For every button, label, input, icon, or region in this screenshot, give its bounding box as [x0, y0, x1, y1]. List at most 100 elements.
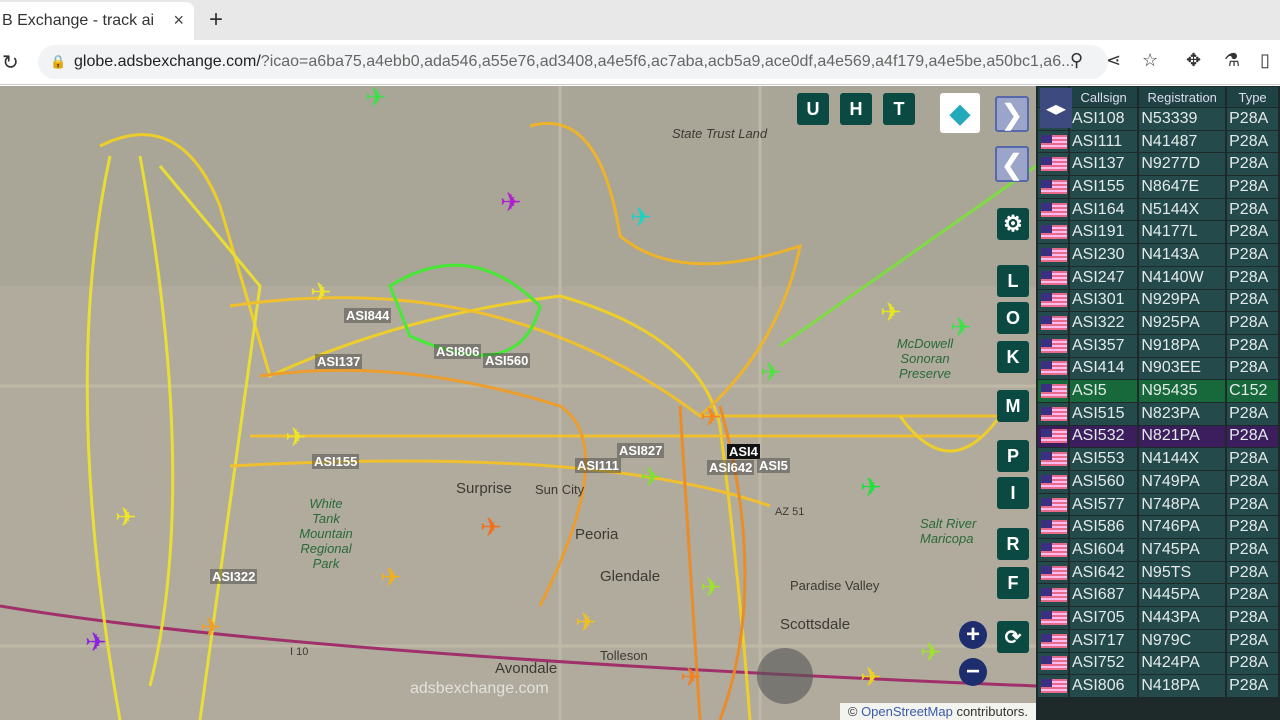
table-row[interactable]: ASI586 N746PA P28A: [1038, 516, 1278, 539]
table-row[interactable]: ASI322 N925PA P28A: [1038, 312, 1278, 334]
table-row[interactable]: ASI191 N4177L P28A: [1038, 221, 1278, 244]
close-tab-icon[interactable]: ×: [173, 10, 184, 31]
f-button[interactable]: F: [997, 567, 1029, 599]
callsign-label[interactable]: ASI806: [434, 344, 482, 359]
share-icon[interactable]: ⋖: [1106, 50, 1121, 71]
callsign-label[interactable]: ASI642: [707, 460, 755, 475]
u-button[interactable]: U: [797, 93, 829, 125]
table-row[interactable]: ASI230 N4143A P28A: [1038, 244, 1278, 266]
table-row[interactable]: ASI577 N748PA P28A: [1038, 493, 1278, 516]
place-label: McDowell Sonoran Preserve: [896, 336, 954, 381]
callsign-label[interactable]: ASI4: [727, 444, 760, 459]
location-icon[interactable]: ⚲: [1070, 50, 1083, 71]
table-row[interactable]: ASI357 N918PA P28A: [1038, 334, 1278, 357]
place-label: Sun City: [535, 482, 585, 497]
sidepanel-icon[interactable]: ▯: [1260, 50, 1270, 71]
type-cell: P28A: [1227, 629, 1278, 652]
table-row[interactable]: ASI414 N903EE P28A: [1038, 357, 1278, 380]
lab-icon[interactable]: ⚗: [1224, 50, 1240, 71]
t-button[interactable]: T: [883, 93, 915, 125]
toggle-panel-icon[interactable]: ◂▸: [1040, 88, 1072, 128]
table-row[interactable]: ASI515 N823PA P28A: [1038, 402, 1278, 425]
table-row[interactable]: ASI717 N979C P28A: [1038, 629, 1278, 652]
r-button[interactable]: R: [997, 528, 1029, 560]
registration-header[interactable]: Registration: [1139, 87, 1226, 107]
type-header[interactable]: Type: [1227, 87, 1278, 107]
callsign-label[interactable]: ASI322: [210, 569, 258, 584]
table-row[interactable]: ASI604 N745PA P28A: [1038, 539, 1278, 561]
aircraft-icon: ✈: [380, 562, 402, 592]
url-query: ?icao=a6ba75,a4ebb0,ada546,a55e76,ad3408…: [260, 53, 1075, 70]
place-label: State Trust Land: [672, 126, 768, 141]
table-row[interactable]: ASI752 N424PA P28A: [1038, 652, 1278, 675]
callsign-label[interactable]: ASI827: [617, 443, 665, 458]
lock-icon: 🔒: [50, 54, 67, 69]
registration-cell: N821PA: [1139, 425, 1226, 448]
browser-tab[interactable]: B Exchange - track ai ×: [0, 2, 194, 40]
table-row[interactable]: ASI247 N4140W P28A: [1038, 266, 1278, 289]
us-flag-icon: [1041, 225, 1067, 240]
type-cell: P28A: [1227, 652, 1278, 675]
table-row[interactable]: ASI560 N749PA P28A: [1038, 471, 1278, 493]
table-row[interactable]: ASI642 N95TS P28A: [1038, 561, 1278, 584]
callsign-label[interactable]: ASI844: [344, 308, 392, 323]
h-button[interactable]: H: [840, 93, 872, 125]
table-row[interactable]: ASI532 N821PA P28A: [1038, 425, 1278, 448]
table-row[interactable]: ASI553 N4144X P28A: [1038, 448, 1278, 470]
flag-cell: [1038, 402, 1068, 425]
callsign-header[interactable]: Callsign: [1070, 87, 1138, 107]
table-row[interactable]: ASI705 N443PA P28A: [1038, 607, 1278, 629]
table-row[interactable]: ASI806 N418PA P28A: [1038, 675, 1278, 697]
o-button[interactable]: O: [997, 302, 1029, 334]
table-row[interactable]: ASI301 N929PA P28A: [1038, 289, 1278, 312]
callsign-label[interactable]: ASI5: [757, 458, 790, 473]
reload-icon[interactable]: ↻: [2, 50, 19, 75]
callsign-cell: ASI560: [1070, 471, 1138, 493]
place-label: Paradise Valley: [790, 578, 880, 593]
zoom-in-button[interactable]: +: [959, 621, 987, 649]
table-row[interactable]: ASI5 N95435 C152: [1038, 380, 1278, 402]
aircraft-icon: ✈: [880, 297, 902, 327]
m-button[interactable]: M: [997, 390, 1029, 422]
star-icon[interactable]: ☆: [1142, 50, 1158, 71]
us-flag-icon: [1041, 384, 1067, 399]
i-button[interactable]: I: [997, 477, 1029, 509]
replay-icon[interactable]: ⟳: [997, 621, 1029, 653]
table-row[interactable]: ASI108 N53339 P28A: [1038, 108, 1278, 130]
us-flag-icon: [1041, 179, 1067, 194]
p-button[interactable]: P: [997, 440, 1029, 472]
extensions-icon[interactable]: ✥: [1186, 50, 1201, 71]
callsign-label[interactable]: ASI560: [483, 353, 531, 368]
callsign-label[interactable]: ASI137: [315, 354, 363, 369]
callsign-label[interactable]: ASI155: [312, 454, 360, 469]
osm-link[interactable]: OpenStreetMap: [861, 704, 953, 719]
address-bar[interactable]: 🔒 globe.adsbexchange.com/?icao=a6ba75,a4e…: [38, 45, 1108, 79]
type-cell: P28A: [1227, 493, 1278, 516]
collapse-left-button[interactable]: ❮: [995, 146, 1029, 182]
expand-right-button[interactable]: ❯: [995, 96, 1029, 132]
type-cell: P28A: [1227, 471, 1278, 493]
map[interactable]: ✈ ✈ ✈ ✈ ✈ ✈ ✈ ✈ ✈ ✈ ✈ ✈ ✈ ✈ ✈ ✈ ✈ ✈ ✈ ✈ …: [0, 86, 1036, 720]
browser-toolbar: ↻ 🔒 globe.adsbexchange.com/?icao=a6ba75,a…: [0, 40, 1280, 85]
registration-cell: N418PA: [1139, 675, 1226, 697]
k-button[interactable]: K: [997, 341, 1029, 373]
callsign-label[interactable]: ASI111: [575, 458, 621, 473]
callsign-cell: ASI301: [1070, 289, 1138, 312]
type-cell: P28A: [1227, 289, 1278, 312]
zoom-out-button[interactable]: −: [959, 658, 987, 686]
l-button[interactable]: L: [997, 265, 1029, 297]
gear-icon[interactable]: ⚙: [997, 208, 1029, 240]
type-cell: P28A: [1227, 448, 1278, 470]
table-row[interactable]: ASI687 N445PA P28A: [1038, 584, 1278, 607]
us-flag-icon: [1041, 157, 1067, 172]
layers-icon[interactable]: ◆: [940, 93, 980, 133]
callsign-cell: ASI322: [1070, 312, 1138, 334]
callsign-cell: ASI586: [1070, 516, 1138, 539]
table-row[interactable]: ASI155 N8647E P28A: [1038, 176, 1278, 198]
table-row[interactable]: ASI111 N41487 P28A: [1038, 130, 1278, 153]
place-label: Avondale: [495, 660, 558, 677]
type-cell: C152: [1227, 380, 1278, 402]
table-row[interactable]: ASI164 N5144X P28A: [1038, 198, 1278, 221]
table-row[interactable]: ASI137 N9277D P28A: [1038, 153, 1278, 176]
new-tab-button[interactable]: +: [209, 6, 223, 34]
